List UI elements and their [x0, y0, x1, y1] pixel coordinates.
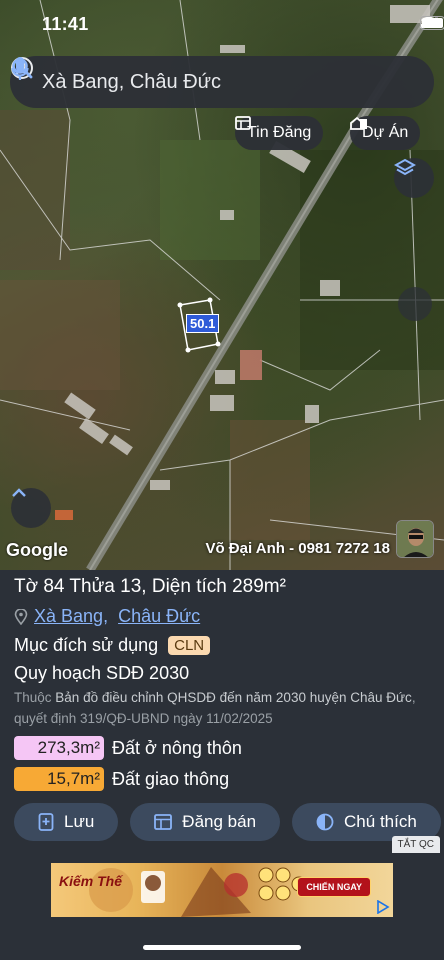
ad-banner[interactable]: Kiếm Thế CHIẾN NGAY — [51, 863, 393, 917]
save-icon — [38, 813, 54, 831]
home-indicator[interactable] — [143, 945, 301, 950]
ad-cta-button[interactable]: CHIẾN NGAY — [297, 877, 371, 897]
projects-icon — [350, 116, 367, 130]
close-ad-button[interactable]: TẮT QC — [391, 836, 440, 853]
layers-button[interactable] — [394, 158, 434, 198]
area-row: 15,7m² Đất giao thông — [14, 767, 229, 791]
search-bar[interactable]: Xà Bang, Châu Đức — [10, 56, 434, 108]
area-label: Đất ở nông thôn — [112, 737, 242, 758]
listing-icon — [154, 814, 173, 830]
avatar-image — [397, 521, 433, 557]
save-button-label: Lưu — [64, 812, 95, 831]
avatar[interactable] — [396, 520, 434, 558]
commune-link[interactable]: Xà Bang — [34, 606, 103, 627]
google-logo: Google — [6, 540, 68, 560]
purpose-label: Mục đích sử dụng — [14, 635, 159, 655]
projects-chip-label: Dự Án — [362, 124, 409, 141]
plan-prefix: Thuộc — [14, 690, 52, 705]
chevron-up-icon — [12, 488, 26, 497]
plan-title: Quy hoạch SDĐ 2030 — [14, 663, 190, 683]
plan-map-name[interactable]: Bản đồ điều chỉnh QHSDĐ đến năm 2030 huy… — [55, 690, 412, 705]
location-separator: , — [103, 606, 109, 626]
post-for-sale-label: Đăng bán — [182, 812, 257, 831]
satellite-map[interactable]: 50.1 11:41 Xà Bang, Châu Đức Tin Đăng Dự… — [0, 0, 444, 570]
listings-icon — [235, 116, 251, 130]
district-link[interactable]: Châu Đức — [118, 606, 200, 627]
microphone-icon[interactable] — [10, 56, 30, 82]
parcel-number-label[interactable]: 50.1 — [186, 314, 220, 333]
status-time: 11:41 — [42, 14, 89, 34]
listings-chip-label: Tin Đăng — [247, 124, 312, 141]
area-row: 273,3m² Đất ở nông thôn — [14, 736, 242, 760]
plan-description: Thuộc Bản đồ điều chỉnh QHSDĐ đến năm 20… — [14, 687, 434, 729]
legend-button-label: Chú thích — [344, 812, 417, 831]
screen: 50.1 11:41 Xà Bang, Châu Đức Tin Đăng Dự… — [0, 0, 444, 960]
area-label: Đất giao thông — [112, 768, 230, 789]
land-use-purpose: Mục đích sử dụng CLN — [14, 635, 211, 656]
search-input[interactable]: Xà Bang, Châu Đức — [42, 71, 418, 94]
layers-icon — [394, 158, 416, 176]
parcel-location: Xà Bang, Châu Đức — [14, 606, 200, 627]
parcel-info-panel: Tờ 84 Thửa 13, Diện tích 289m² Xà Bang, … — [0, 570, 444, 960]
status-bar: 11:41 — [0, 0, 444, 50]
contact-info: Võ Đại Anh - 0981 7272 18 — [205, 540, 390, 557]
battery-icon — [420, 16, 444, 30]
map-slider-handle[interactable] — [398, 287, 432, 321]
listings-chip[interactable]: Tin Đăng — [235, 116, 324, 150]
location-pin-icon — [14, 608, 28, 625]
expand-up-button[interactable] — [11, 488, 51, 528]
save-button[interactable]: Lưu — [14, 803, 119, 841]
post-for-sale-button[interactable]: Đăng bán — [130, 803, 281, 841]
purpose-code-badge[interactable]: CLN — [168, 636, 211, 655]
projects-chip[interactable]: Dự Án — [350, 116, 421, 150]
area-value: 15,7m² — [14, 767, 104, 791]
contrast-icon — [316, 813, 334, 831]
ad-logo: Kiếm Thế — [59, 873, 123, 889]
area-value: 273,3m² — [14, 736, 104, 760]
action-bar: Lưu Đăng bán Chú thích — [14, 803, 444, 841]
parcel-title: Tờ 84 Thửa 13, Diện tích 289m² — [14, 576, 286, 597]
ad-choices-icon[interactable] — [376, 900, 390, 914]
